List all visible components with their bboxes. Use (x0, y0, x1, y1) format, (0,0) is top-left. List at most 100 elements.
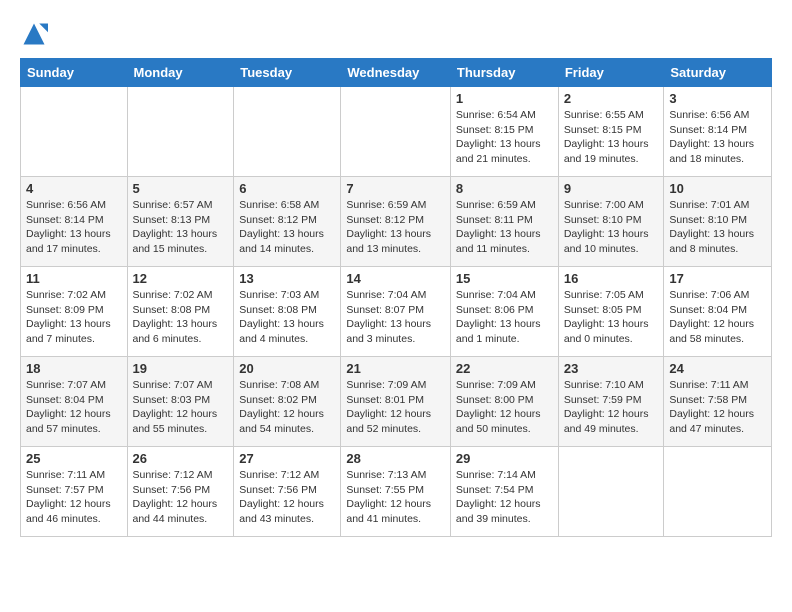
day-number: 1 (456, 91, 553, 106)
day-info: Sunrise: 7:02 AM Sunset: 8:09 PM Dayligh… (26, 288, 122, 347)
calendar-cell: 21 Sunrise: 7:09 AM Sunset: 8:01 PM Dayli… (341, 357, 451, 447)
calendar-cell (127, 87, 234, 177)
week-row-4: 18 Sunrise: 7:07 AM Sunset: 8:04 PM Dayli… (21, 357, 772, 447)
week-row-2: 4 Sunrise: 6:56 AM Sunset: 8:14 PM Daylig… (21, 177, 772, 267)
day-number: 22 (456, 361, 553, 376)
day-number: 4 (26, 181, 122, 196)
calendar-cell: 20 Sunrise: 7:08 AM Sunset: 8:02 PM Dayli… (234, 357, 341, 447)
day-info: Sunrise: 7:03 AM Sunset: 8:08 PM Dayligh… (239, 288, 335, 347)
calendar-cell: 26 Sunrise: 7:12 AM Sunset: 7:56 PM Dayli… (127, 447, 234, 537)
day-info: Sunrise: 6:55 AM Sunset: 8:15 PM Dayligh… (564, 108, 659, 167)
day-info: Sunrise: 6:59 AM Sunset: 8:11 PM Dayligh… (456, 198, 553, 257)
calendar-cell: 23 Sunrise: 7:10 AM Sunset: 7:59 PM Dayli… (558, 357, 664, 447)
calendar-cell: 3 Sunrise: 6:56 AM Sunset: 8:14 PM Daylig… (664, 87, 772, 177)
day-info: Sunrise: 6:59 AM Sunset: 8:12 PM Dayligh… (346, 198, 445, 257)
weekday-header-row: SundayMondayTuesdayWednesdayThursdayFrid… (21, 59, 772, 87)
day-number: 27 (239, 451, 335, 466)
day-number: 3 (669, 91, 766, 106)
calendar-cell: 2 Sunrise: 6:55 AM Sunset: 8:15 PM Daylig… (558, 87, 664, 177)
day-info: Sunrise: 6:56 AM Sunset: 8:14 PM Dayligh… (26, 198, 122, 257)
day-info: Sunrise: 7:05 AM Sunset: 8:05 PM Dayligh… (564, 288, 659, 347)
weekday-header-monday: Monday (127, 59, 234, 87)
day-info: Sunrise: 7:11 AM Sunset: 7:58 PM Dayligh… (669, 378, 766, 437)
day-info: Sunrise: 7:12 AM Sunset: 7:56 PM Dayligh… (239, 468, 335, 527)
weekday-header-tuesday: Tuesday (234, 59, 341, 87)
calendar-cell: 29 Sunrise: 7:14 AM Sunset: 7:54 PM Dayli… (450, 447, 558, 537)
day-info: Sunrise: 7:12 AM Sunset: 7:56 PM Dayligh… (133, 468, 229, 527)
calendar-cell: 5Sunrise: 6:57 AM Sunset: 8:13 PM Daylig… (127, 177, 234, 267)
day-number: 2 (564, 91, 659, 106)
day-number: 14 (346, 271, 445, 286)
day-info: Sunrise: 7:01 AM Sunset: 8:10 PM Dayligh… (669, 198, 766, 257)
calendar-cell: 9 Sunrise: 7:00 AM Sunset: 8:10 PM Daylig… (558, 177, 664, 267)
day-info: Sunrise: 7:02 AM Sunset: 8:08 PM Dayligh… (133, 288, 229, 347)
calendar-cell: 22 Sunrise: 7:09 AM Sunset: 8:00 PM Dayli… (450, 357, 558, 447)
day-info: Sunrise: 7:10 AM Sunset: 7:59 PM Dayligh… (564, 378, 659, 437)
day-number: 9 (564, 181, 659, 196)
calendar-cell: 7 Sunrise: 6:59 AM Sunset: 8:12 PM Daylig… (341, 177, 451, 267)
calendar-cell (341, 87, 451, 177)
day-info: Sunrise: 6:54 AM Sunset: 8:15 PM Dayligh… (456, 108, 553, 167)
day-number: 7 (346, 181, 445, 196)
calendar-cell: 14 Sunrise: 7:04 AM Sunset: 8:07 PM Dayli… (341, 267, 451, 357)
calendar-cell: 16 Sunrise: 7:05 AM Sunset: 8:05 PM Dayli… (558, 267, 664, 357)
page-header (20, 20, 772, 48)
calendar-cell (234, 87, 341, 177)
day-number: 23 (564, 361, 659, 376)
day-info: Sunrise: 7:04 AM Sunset: 8:06 PM Dayligh… (456, 288, 553, 347)
day-info: Sunrise: 6:57 AM Sunset: 8:13 PM Dayligh… (133, 198, 229, 257)
day-number: 11 (26, 271, 122, 286)
day-info: Sunrise: 7:04 AM Sunset: 8:07 PM Dayligh… (346, 288, 445, 347)
calendar-cell (558, 447, 664, 537)
day-info: Sunrise: 7:09 AM Sunset: 8:01 PM Dayligh… (346, 378, 445, 437)
day-info: Sunrise: 7:06 AM Sunset: 8:04 PM Dayligh… (669, 288, 766, 347)
calendar-cell (21, 87, 128, 177)
calendar-cell: 8 Sunrise: 6:59 AM Sunset: 8:11 PM Daylig… (450, 177, 558, 267)
calendar-cell: 10 Sunrise: 7:01 AM Sunset: 8:10 PM Dayli… (664, 177, 772, 267)
day-info: Sunrise: 6:58 AM Sunset: 8:12 PM Dayligh… (239, 198, 335, 257)
day-number: 10 (669, 181, 766, 196)
day-info: Sunrise: 7:09 AM Sunset: 8:00 PM Dayligh… (456, 378, 553, 437)
day-info: Sunrise: 7:14 AM Sunset: 7:54 PM Dayligh… (456, 468, 553, 527)
weekday-header-wednesday: Wednesday (341, 59, 451, 87)
day-number: 15 (456, 271, 553, 286)
week-row-1: 1 Sunrise: 6:54 AM Sunset: 8:15 PM Daylig… (21, 87, 772, 177)
day-info: Sunrise: 6:56 AM Sunset: 8:14 PM Dayligh… (669, 108, 766, 167)
calendar-cell: 19 Sunrise: 7:07 AM Sunset: 8:03 PM Dayli… (127, 357, 234, 447)
day-number: 26 (133, 451, 229, 466)
logo (20, 20, 52, 48)
day-number: 6 (239, 181, 335, 196)
day-number: 16 (564, 271, 659, 286)
calendar-cell: 15 Sunrise: 7:04 AM Sunset: 8:06 PM Dayli… (450, 267, 558, 357)
day-number: 12 (133, 271, 229, 286)
calendar-cell: 28Sunrise: 7:13 AM Sunset: 7:55 PM Dayli… (341, 447, 451, 537)
day-info: Sunrise: 7:13 AM Sunset: 7:55 PM Dayligh… (346, 468, 445, 527)
calendar-cell: 1 Sunrise: 6:54 AM Sunset: 8:15 PM Daylig… (450, 87, 558, 177)
day-info: Sunrise: 7:07 AM Sunset: 8:03 PM Dayligh… (133, 378, 229, 437)
calendar-cell: 6 Sunrise: 6:58 AM Sunset: 8:12 PM Daylig… (234, 177, 341, 267)
weekday-header-thursday: Thursday (450, 59, 558, 87)
week-row-5: 25 Sunrise: 7:11 AM Sunset: 7:57 PM Dayli… (21, 447, 772, 537)
weekday-header-saturday: Saturday (664, 59, 772, 87)
logo-icon (20, 20, 48, 48)
day-number: 24 (669, 361, 766, 376)
calendar-cell: 25 Sunrise: 7:11 AM Sunset: 7:57 PM Dayli… (21, 447, 128, 537)
day-number: 20 (239, 361, 335, 376)
day-number: 25 (26, 451, 122, 466)
day-info: Sunrise: 7:11 AM Sunset: 7:57 PM Dayligh… (26, 468, 122, 527)
calendar-table: SundayMondayTuesdayWednesdayThursdayFrid… (20, 58, 772, 537)
day-info: Sunrise: 7:07 AM Sunset: 8:04 PM Dayligh… (26, 378, 122, 437)
day-info: Sunrise: 7:00 AM Sunset: 8:10 PM Dayligh… (564, 198, 659, 257)
calendar-cell (664, 447, 772, 537)
day-info: Sunrise: 7:08 AM Sunset: 8:02 PM Dayligh… (239, 378, 335, 437)
day-number: 29 (456, 451, 553, 466)
calendar-cell: 13Sunrise: 7:03 AM Sunset: 8:08 PM Dayli… (234, 267, 341, 357)
day-number: 21 (346, 361, 445, 376)
day-number: 8 (456, 181, 553, 196)
weekday-header-friday: Friday (558, 59, 664, 87)
calendar-cell: 4 Sunrise: 6:56 AM Sunset: 8:14 PM Daylig… (21, 177, 128, 267)
day-number: 19 (133, 361, 229, 376)
day-number: 18 (26, 361, 122, 376)
calendar-cell: 11 Sunrise: 7:02 AM Sunset: 8:09 PM Dayli… (21, 267, 128, 357)
calendar-cell: 12 Sunrise: 7:02 AM Sunset: 8:08 PM Dayli… (127, 267, 234, 357)
